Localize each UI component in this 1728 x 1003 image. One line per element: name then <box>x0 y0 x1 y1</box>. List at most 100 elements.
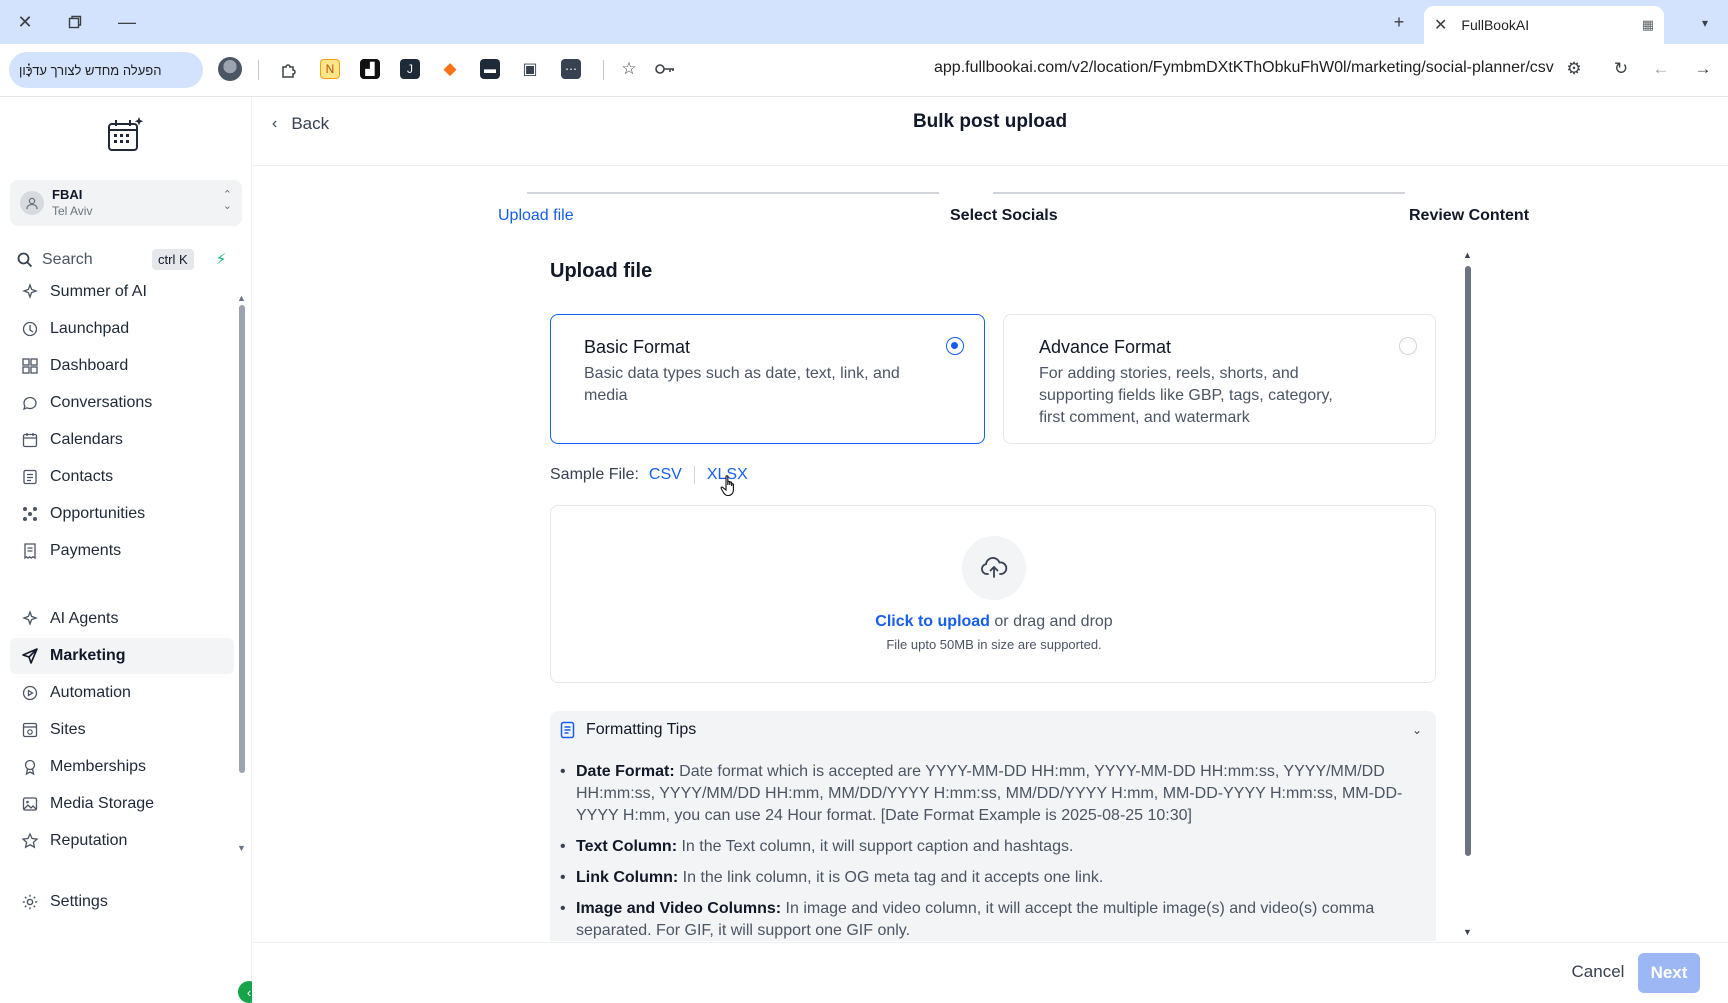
scroll-down-icon[interactable]: ▼ <box>237 843 246 853</box>
sidebar-item-summer-of-ai[interactable]: Summer of AI <box>10 274 234 310</box>
automation-icon <box>20 683 40 703</box>
step-upload-file[interactable]: Upload file <box>498 207 574 225</box>
window-minimize-icon[interactable]: — <box>110 8 144 36</box>
extension-icon[interactable]: ▬ <box>480 59 500 79</box>
sidebar-scrollbar[interactable]: ▲ ▼ <box>237 293 246 853</box>
basic-format-radio[interactable] <box>946 337 964 355</box>
format-name: Basic Format <box>584 337 691 357</box>
profile-avatar[interactable] <box>218 57 242 81</box>
wizard-footer: Cancel Next <box>252 942 1728 1002</box>
sidebar-item-label: Calendars <box>50 431 123 448</box>
gear-icon <box>20 892 40 912</box>
page-title: Bulk post upload <box>912 111 1068 132</box>
format-name: Advance Format <box>1039 337 1172 357</box>
extension-icon[interactable]: N <box>320 59 340 79</box>
sidebar-item-reputation[interactable]: Reputation <box>10 823 234 859</box>
address-bar[interactable]: app.fullbookai.com/v2/location/FymbmDXtK… <box>934 59 1554 77</box>
scroll-up-icon[interactable]: ▲ <box>1463 250 1472 260</box>
sidebar-item-label: Opportunities <box>50 505 146 522</box>
sidebar-item-memberships[interactable]: Memberships <box>10 749 234 785</box>
tab-close-icon[interactable]: ✕ <box>1434 15 1447 35</box>
scroll-up-icon[interactable]: ▲ <box>237 293 246 303</box>
sidebar-item-label: Payments <box>50 542 122 559</box>
basic-format-option[interactable]: Basic Format Basic data types such as da… <box>550 314 985 444</box>
update-restart-button[interactable]: ⋮ הפעלה מחדש לצורך עדכון <box>9 52 203 88</box>
sidebar-item-automation[interactable]: Automation <box>10 675 234 711</box>
sidebar-item-launchpad[interactable]: Launchpad <box>10 311 234 347</box>
toolbar-divider <box>603 60 604 80</box>
app-logo-calendar-icon[interactable] <box>106 115 146 155</box>
sidebar-item-payments[interactable]: Payments <box>10 533 234 569</box>
header-divider <box>252 165 1728 166</box>
next-button[interactable]: Next <box>1638 953 1700 993</box>
sidebar-item-calendars[interactable]: Calendars <box>10 422 234 458</box>
reload-icon[interactable]: ↻ <box>1608 56 1634 82</box>
more-vertical-icon: ⋮ <box>21 62 37 79</box>
formatting-tips-list: Date Format: Date format which is accept… <box>560 761 1422 951</box>
cancel-button[interactable]: Cancel <box>1564 955 1632 989</box>
tab-favicon-icon: ▦ <box>1641 17 1654 32</box>
sidebar-scroll-thumb[interactable] <box>239 305 245 773</box>
sidebar-item-label: AI Agents <box>50 610 119 627</box>
sidebar-item-label: Settings <box>50 893 108 910</box>
advance-format-option[interactable]: Advance Format For adding stories, reels… <box>1003 314 1436 444</box>
qr-extension-icon[interactable]: ▣ <box>520 59 540 79</box>
lightning-bolt-icon[interactable]: ⚡ <box>210 250 232 270</box>
formatting-tips-title: Formatting Tips <box>586 721 697 738</box>
formatting-tips-header[interactable]: Formatting Tips <box>560 721 696 739</box>
tab-title: FullBookAI <box>1461 17 1530 33</box>
sidebar-item-label: Reputation <box>50 832 128 849</box>
sidebar-search[interactable]: Search ctrl K ⚡ <box>10 244 242 276</box>
sidebar-item-opportunities[interactable]: Opportunities <box>10 496 234 532</box>
browser-tab[interactable]: ✕ FullBookAI ▦ <box>1424 6 1664 44</box>
app-sidebar: FBAI Tel Aviv ⌃ ⌄ Search ctrl K ⚡ Summer … <box>0 97 260 1003</box>
sidebar-item-sites[interactable]: Sites <box>10 712 234 748</box>
format-description: For adding stories, reels, shorts, and s… <box>1039 365 1333 426</box>
window-restore-icon[interactable] <box>58 8 92 36</box>
advance-format-radio[interactable] <box>1399 337 1417 355</box>
sidebar-item-settings[interactable]: Settings <box>10 884 234 920</box>
sidebar-item-dashboard[interactable]: Dashboard <box>10 348 234 384</box>
forward-arrow-icon[interactable]: → <box>1690 56 1716 82</box>
password-key-icon[interactable] <box>652 56 678 82</box>
metamask-fox-icon[interactable]: ◆ <box>440 59 460 79</box>
sidebar-item-ai-agents[interactable]: AI Agents <box>10 601 234 637</box>
sidebar-item-media-storage[interactable]: Media Storage <box>10 786 234 822</box>
content-scroll-thumb[interactable] <box>1465 266 1471 856</box>
sidebar-item-contacts[interactable]: Contacts <box>10 459 234 495</box>
receipt-icon <box>20 541 40 561</box>
back-arrow-icon[interactable]: ← <box>1648 56 1674 82</box>
rocket-icon <box>20 319 40 339</box>
file-dropzone[interactable]: Click to upload or drag and drop File up… <box>550 505 1436 683</box>
step-select-socials[interactable]: Select Socials <box>950 207 1058 225</box>
window-close-icon[interactable]: ✕ <box>8 8 42 36</box>
sparkle-icon <box>20 282 40 302</box>
step-review-content[interactable]: Review Content <box>1409 207 1529 225</box>
sidebar-item-marketing[interactable]: Marketing <box>10 638 234 674</box>
sidebar-item-label: Sites <box>50 721 86 738</box>
chat-bubble-icon <box>20 393 40 413</box>
chevron-down-icon[interactable]: ⌄ <box>1412 723 1422 737</box>
site-settings-icon[interactable]: ⚙ <box>1561 56 1587 82</box>
click-to-upload-link[interactable]: Click to upload <box>875 613 990 630</box>
scroll-down-icon[interactable]: ▼ <box>1463 927 1472 937</box>
account-switcher[interactable]: FBAI Tel Aviv ⌃ ⌄ <box>10 180 242 226</box>
drag-drop-text: or drag and drop <box>989 613 1113 630</box>
sidebar-item-conversations[interactable]: Conversations <box>10 385 234 421</box>
tab-search-chevron-icon[interactable]: ▾ <box>1692 10 1718 36</box>
tip-term: Link Column: <box>576 869 679 886</box>
sample-csv-link[interactable]: CSV <box>649 466 682 484</box>
extension-icon[interactable]: ▟ <box>360 59 380 79</box>
extension-icon[interactable]: J <box>400 59 420 79</box>
image-icon <box>20 794 40 814</box>
extensions-puzzle-icon[interactable] <box>276 57 302 83</box>
new-tab-icon[interactable]: + <box>1382 8 1416 36</box>
sidebar-item-label: Automation <box>50 684 131 701</box>
tip-item: Text Column: In the Text column, it will… <box>560 836 1422 858</box>
sidebar-item-label: Media Storage <box>50 795 155 812</box>
update-restart-label: הפעלה מחדש לצורך עדכון <box>19 62 162 78</box>
extension-icon[interactable]: ⋯ <box>561 59 581 79</box>
search-input[interactable]: Search <box>42 251 93 269</box>
bookmark-star-icon[interactable]: ☆ <box>616 56 642 82</box>
content-scrollbar[interactable]: ▲ ▼ <box>1463 250 1472 940</box>
